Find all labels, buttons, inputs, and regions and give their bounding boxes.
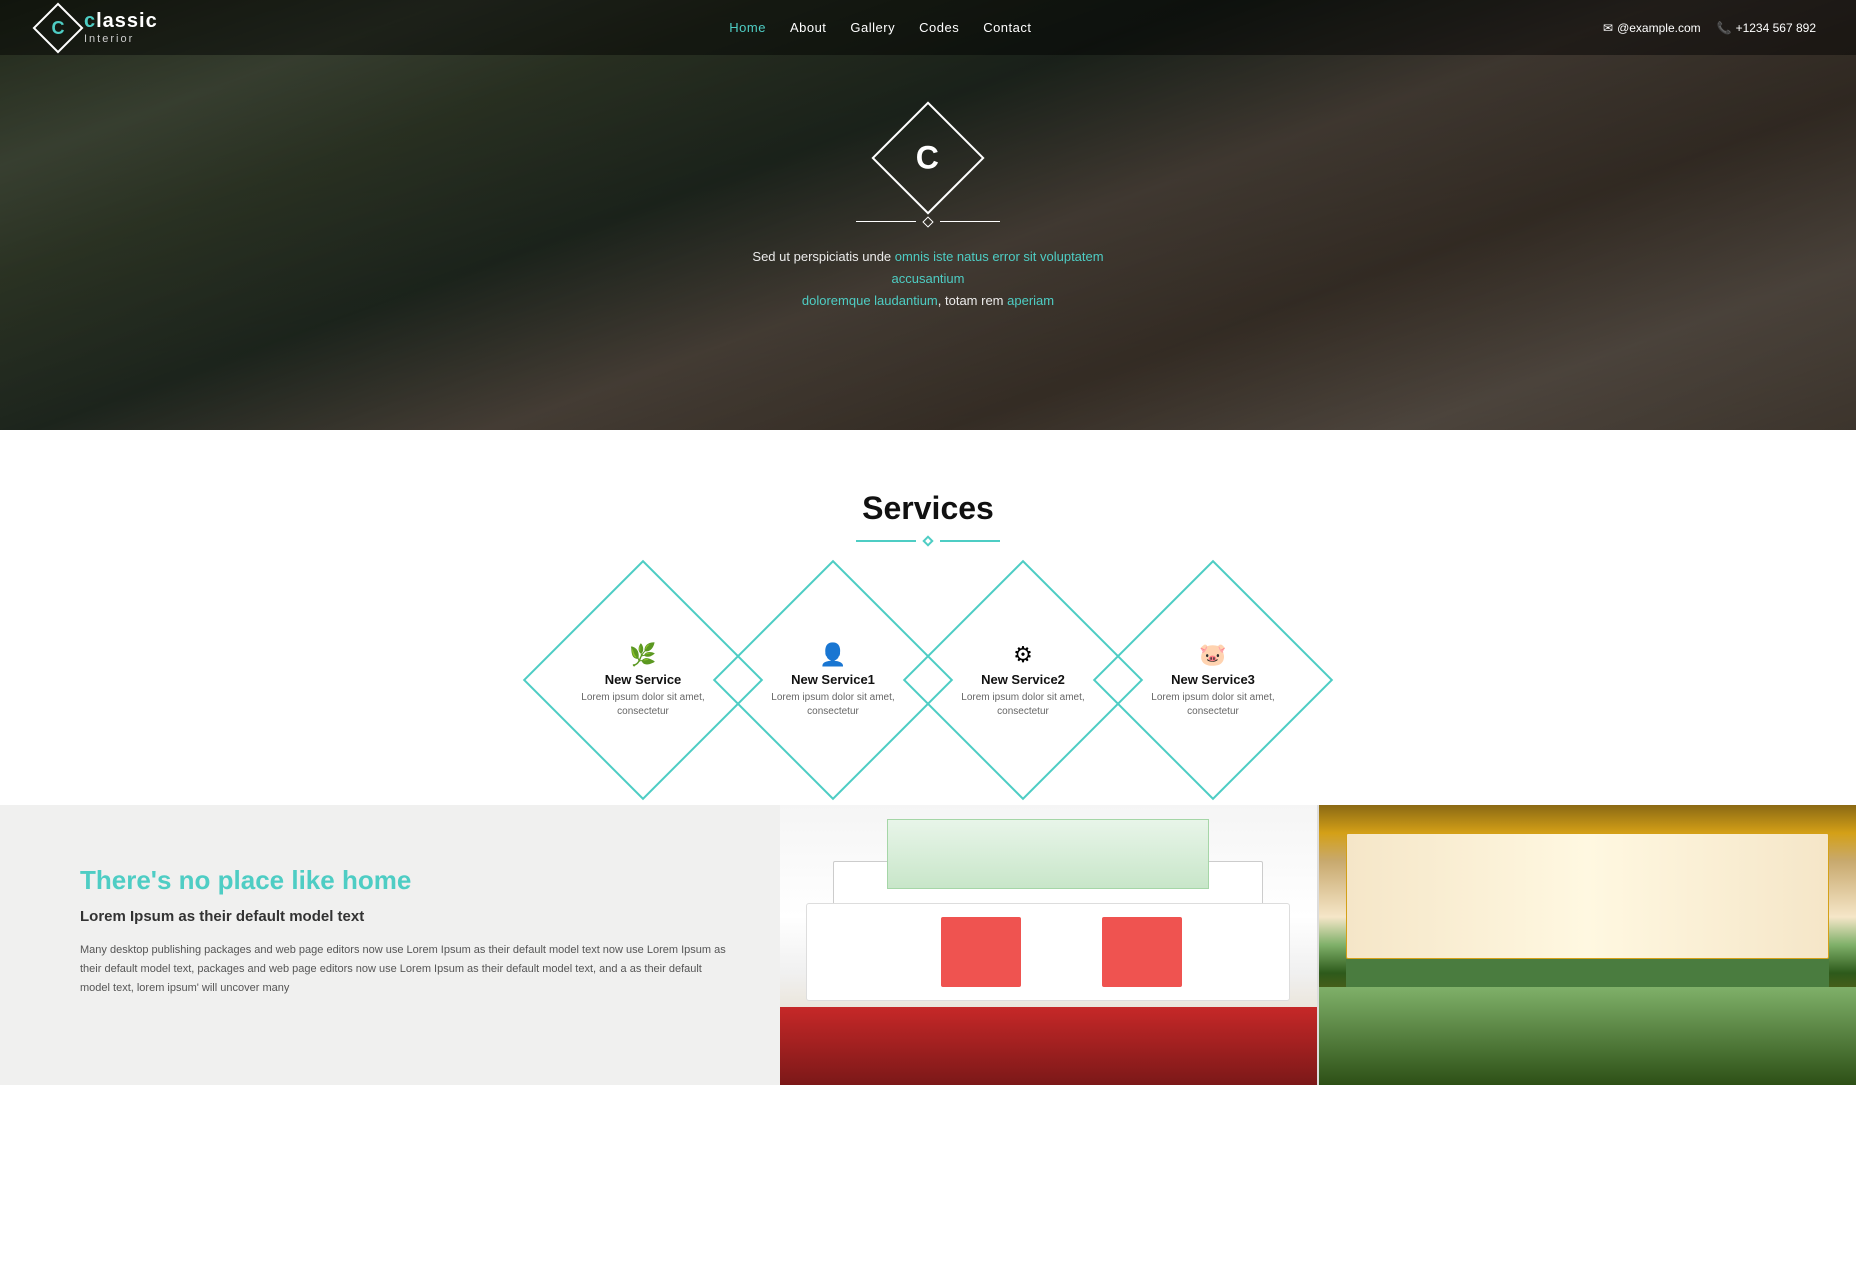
bathroom-sim <box>780 805 1317 1085</box>
service-icon-3: 🐷 <box>1138 642 1288 668</box>
service-icon-0: 🌿 <box>568 642 718 668</box>
service-desc-0: Lorem ipsum dolor sit amet, consectetur <box>568 691 718 719</box>
nav-link-codes[interactable]: Codes <box>919 20 959 35</box>
phone-value: +1234 567 892 <box>1736 21 1816 35</box>
navbar: C classic Interior Home About Gallery Co… <box>0 0 1856 55</box>
service-content-3: 🐷 New Service3 Lorem ipsum dolor sit ame… <box>1128 632 1298 729</box>
logo-rest: lassic <box>96 10 158 32</box>
services-divider-line-right <box>940 540 1000 542</box>
hotel-sim <box>1319 805 1856 1085</box>
nav-item-gallery[interactable]: Gallery <box>850 19 895 37</box>
logo-c: c <box>84 10 96 32</box>
nav-link-gallery[interactable]: Gallery <box>850 20 895 35</box>
hero-logo-letter: C <box>916 139 939 176</box>
service-icon-1: 👤 <box>758 642 908 668</box>
service-icon-2: ⚙ <box>948 642 1098 668</box>
service-desc-1: Lorem ipsum dolor sit amet, consectetur <box>758 691 908 719</box>
hero-divider <box>728 218 1128 226</box>
nav-links: Home About Gallery Codes Contact <box>729 19 1031 37</box>
logo-name: classic <box>84 10 158 33</box>
hero-content: C Sed ut perspiciatis unde omnis iste na… <box>728 118 1128 312</box>
service-name-2: New Service2 <box>948 672 1098 687</box>
about-section: There's no place like home Lorem Ipsum a… <box>0 805 1856 1085</box>
nav-item-codes[interactable]: Codes <box>919 19 959 37</box>
about-text: There's no place like home Lorem Ipsum a… <box>0 805 780 1085</box>
nav-item-about[interactable]: About <box>790 19 826 37</box>
about-body: Many desktop publishing packages and web… <box>80 941 730 997</box>
phone-icon: 📞 <box>1717 21 1732 35</box>
hero-divider-diamond <box>922 216 933 227</box>
service-content-0: 🌿 New Service Lorem ipsum dolor sit amet… <box>558 632 728 729</box>
services-title: Services <box>40 490 1816 527</box>
nav-contact: ✉ @example.com 📞 +1234 567 892 <box>1603 21 1816 35</box>
service-name-0: New Service <box>568 672 718 687</box>
logo-icon: C <box>52 17 65 38</box>
hero-divider-line-right <box>940 221 1000 222</box>
nav-link-contact[interactable]: Contact <box>983 20 1031 35</box>
nav-item-home[interactable]: Home <box>729 19 766 37</box>
nav-item-contact[interactable]: Contact <box>983 19 1031 37</box>
service-card-0[interactable]: 🌿 New Service Lorem ipsum dolor sit amet… <box>558 595 728 765</box>
logo-tagline: Interior <box>84 33 158 45</box>
service-content-1: 👤 New Service1 Lorem ipsum dolor sit ame… <box>748 632 918 729</box>
email-value: @example.com <box>1617 21 1701 35</box>
services-grid: 🌿 New Service Lorem ipsum dolor sit amet… <box>40 595 1816 765</box>
service-card-1[interactable]: 👤 New Service1 Lorem ipsum dolor sit ame… <box>748 595 918 765</box>
services-divider-diamond <box>922 535 933 546</box>
about-images <box>780 805 1856 1085</box>
hero-section: C Sed ut perspiciatis unde omnis iste na… <box>0 0 1856 430</box>
service-desc-2: Lorem ipsum dolor sit amet, consectetur <box>948 691 1098 719</box>
nav-phone: 📞 +1234 567 892 <box>1717 21 1816 35</box>
hero-body-text: Sed ut perspiciatis unde omnis iste natu… <box>728 246 1128 312</box>
service-name-3: New Service3 <box>1138 672 1288 687</box>
about-image-hotel <box>1317 805 1856 1085</box>
about-image-bathroom <box>780 805 1317 1085</box>
service-content-2: ⚙ New Service2 Lorem ipsum dolor sit ame… <box>938 632 1108 729</box>
nav-link-home[interactable]: Home <box>729 20 766 35</box>
service-card-3[interactable]: 🐷 New Service3 Lorem ipsum dolor sit ame… <box>1128 595 1298 765</box>
logo-text-wrap: classic Interior <box>84 10 158 45</box>
logo-diamond: C <box>33 2 84 53</box>
hero-logo-diamond: C <box>871 101 984 214</box>
about-title: There's no place like home <box>80 865 730 896</box>
services-divider <box>40 537 1816 545</box>
logo-area[interactable]: C classic Interior <box>40 10 158 46</box>
services-section: Services 🌿 New Service Lorem ipsum dolor… <box>0 430 1856 805</box>
service-card-2[interactable]: ⚙ New Service2 Lorem ipsum dolor sit ame… <box>938 595 1108 765</box>
service-name-1: New Service1 <box>758 672 908 687</box>
services-divider-line-left <box>856 540 916 542</box>
nav-link-about[interactable]: About <box>790 20 826 35</box>
hero-divider-line-left <box>856 221 916 222</box>
service-desc-3: Lorem ipsum dolor sit amet, consectetur <box>1138 691 1288 719</box>
nav-email: ✉ @example.com <box>1603 21 1701 35</box>
about-subtitle: Lorem Ipsum as their default model text <box>80 908 730 925</box>
email-icon: ✉ <box>1603 21 1613 35</box>
